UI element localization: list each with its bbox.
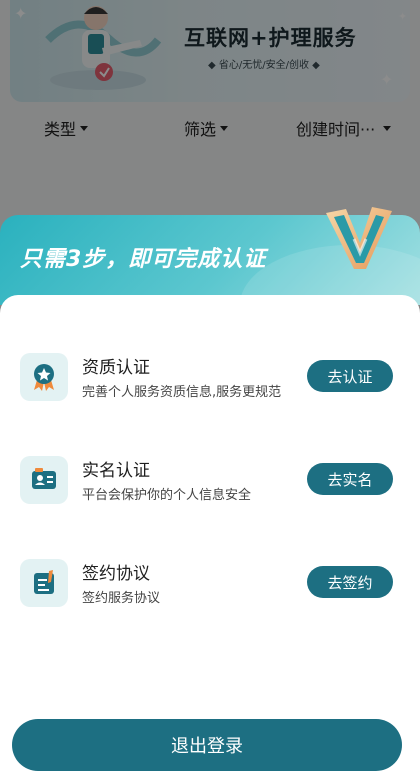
step-title: 签约协议 <box>82 564 150 584</box>
step-real-name: 实名认证 平台会保护你的个人信息安全 去实名 <box>20 452 400 510</box>
id-card-icon <box>20 456 68 504</box>
logout-button[interactable]: 退出登录 <box>12 719 402 771</box>
sheet-title: 只需3步，即可完成认证 <box>20 247 267 272</box>
step-qualification: 资质认证 完善个人服务资质信息,服务更规范 去认证 <box>20 349 400 407</box>
verification-sheet: 只需3步，即可完成认证 资质认证 完善个人服务资质信息,服务更规范 去认证 实名… <box>0 207 420 784</box>
step-title: 实名认证 <box>82 461 150 481</box>
step-title: 资质认证 <box>82 358 150 378</box>
go-certify-button[interactable]: 去认证 <box>307 360 393 392</box>
go-real-name-button[interactable]: 去实名 <box>307 463 393 495</box>
certificate-badge-icon <box>20 353 68 401</box>
sheet-body: 资质认证 完善个人服务资质信息,服务更规范 去认证 实名认证 平台会保护你的个人… <box>0 295 420 784</box>
step-agreement: 签约协议 签约服务协议 去签约 <box>20 555 400 613</box>
step-description: 完善个人服务资质信息,服务更规范 <box>82 385 282 400</box>
v-verified-icon <box>326 207 392 269</box>
step-description: 平台会保护你的个人信息安全 <box>82 488 252 503</box>
step-description: 签约服务协议 <box>82 591 161 606</box>
go-sign-button[interactable]: 去签约 <box>307 566 393 598</box>
contract-sign-icon <box>20 559 68 607</box>
